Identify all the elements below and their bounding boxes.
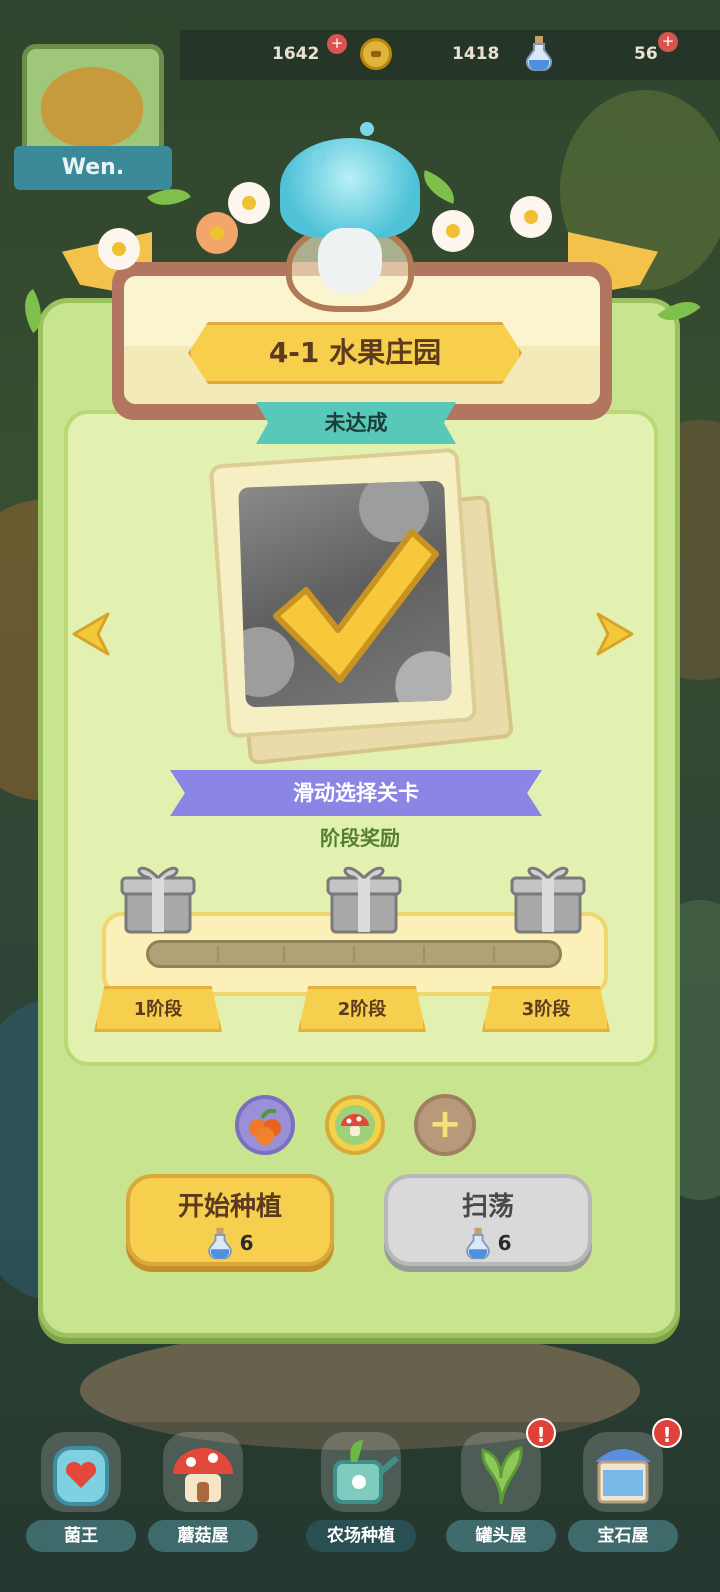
- next-level-arrow-icon[interactable]: [594, 610, 638, 658]
- gem-shop-icon: [583, 1432, 663, 1512]
- stage-2-gift-icon[interactable]: [326, 856, 402, 938]
- mushroom-icon[interactable]: [324, 1094, 386, 1156]
- add-mushroom-button[interactable]: +: [327, 34, 347, 54]
- nav-label: 蘑菇屋: [148, 1520, 258, 1552]
- coin-icon: [360, 38, 392, 70]
- previous-level-arrow-icon[interactable]: [68, 610, 112, 658]
- nav-item-fungus-king[interactable]: 菌王: [26, 1432, 136, 1552]
- nav-label: 罐头屋: [446, 1520, 556, 1552]
- start-planting-label: 开始种植: [177, 1192, 282, 1222]
- notification-badge: !: [526, 1418, 556, 1448]
- heart-jar-icon: [41, 1432, 121, 1512]
- nav-item-mushroom-house[interactable]: 蘑菇屋: [148, 1432, 258, 1552]
- flower-icon: [98, 228, 140, 270]
- stage-3-label: 3阶段: [482, 986, 610, 1032]
- sweep-label: 扫荡: [461, 1192, 514, 1222]
- sweep-cost-value: 6: [497, 1231, 512, 1255]
- start-cost-value: 6: [239, 1231, 254, 1255]
- mushroom-count: 1642: [272, 44, 320, 64]
- level-title: 4-1 水果庄园: [268, 336, 442, 369]
- potion-icon: [466, 1227, 491, 1260]
- start-cost: 6: [130, 1226, 330, 1260]
- nav-item-canned-house[interactable]: 罐头屋 !: [446, 1418, 556, 1552]
- stage-3-gift-icon[interactable]: [510, 856, 586, 938]
- flower-icon: [196, 212, 238, 254]
- fern-icon: [461, 1432, 541, 1512]
- coin-count: 1418: [452, 44, 500, 64]
- mascot-body: [318, 228, 382, 294]
- nav-label: 宝石屋: [568, 1520, 678, 1552]
- stage-reward-label: 阶段奖励: [320, 826, 400, 850]
- nav-item-gem-house[interactable]: 宝石屋 !: [568, 1418, 682, 1552]
- flower-icon: [432, 210, 474, 252]
- watering-can-icon: [321, 1432, 401, 1512]
- stage-2-label: 2阶段: [298, 986, 426, 1032]
- potion-icon: [208, 1227, 233, 1260]
- flower-icon: [510, 196, 552, 238]
- add-booster-button[interactable]: +: [414, 1094, 476, 1156]
- player-name: Wen.: [14, 146, 172, 190]
- stage-progress-bar: [146, 940, 562, 968]
- potato-avatar-icon: [41, 67, 143, 147]
- sweep-button[interactable]: 扫荡 6: [384, 1174, 592, 1266]
- nav-item-farm-planting[interactable]: 农场种植: [306, 1432, 416, 1552]
- water-drop-icon: [312, 150, 326, 164]
- start-planting-button[interactable]: 开始种植 6: [126, 1174, 334, 1266]
- swipe-hint-banner: 滑动选择关卡: [170, 770, 542, 816]
- add-potion-button[interactable]: +: [658, 32, 678, 52]
- mushroom-house-icon: [163, 1432, 243, 1512]
- potion-icon: [525, 36, 553, 72]
- level-status-badge: 未达成: [256, 402, 456, 444]
- completed-checkmark-icon: [273, 529, 439, 683]
- stage-1-gift-icon[interactable]: [120, 856, 196, 938]
- potion-count: 56: [634, 44, 658, 64]
- flower-icon: [228, 182, 270, 224]
- nav-label: 菌王: [26, 1520, 136, 1552]
- stage-1-label: 1阶段: [94, 986, 222, 1032]
- water-drop-icon: [360, 122, 374, 136]
- blue-mushroom-mascot-icon: [280, 138, 420, 238]
- notification-badge: !: [652, 1418, 682, 1448]
- nav-label: 农场种植: [306, 1520, 416, 1552]
- berries-icon[interactable]: [234, 1094, 296, 1156]
- sweep-cost: 6: [388, 1226, 588, 1260]
